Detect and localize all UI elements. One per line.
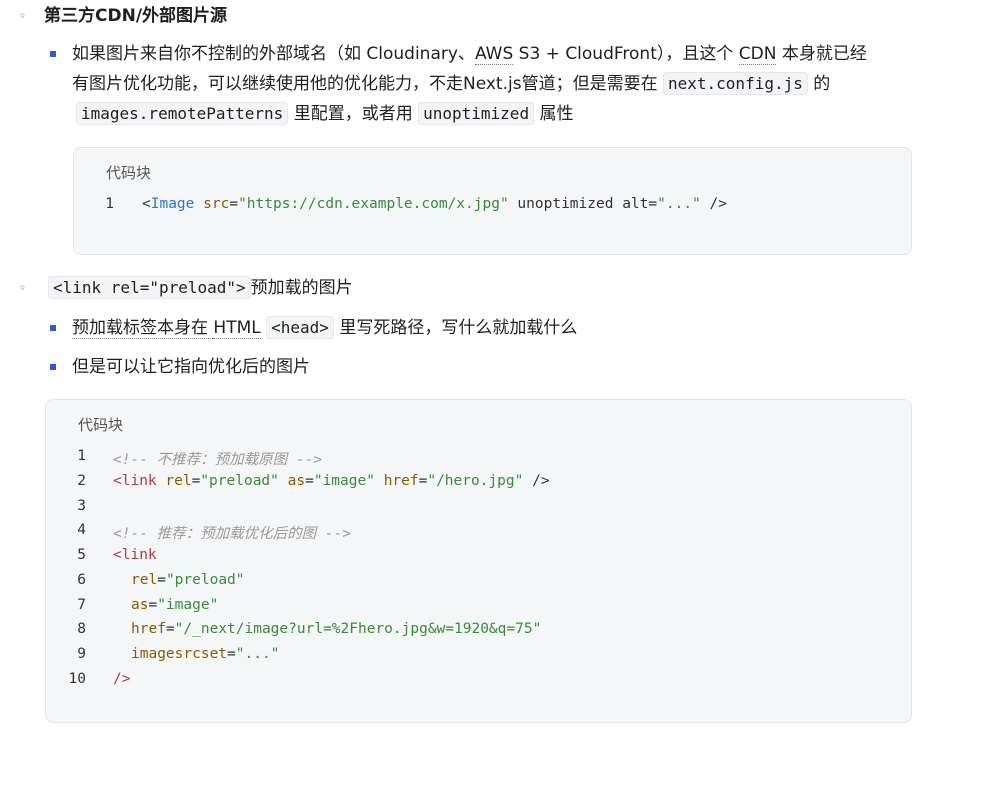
line-number: 3 <box>77 498 86 514</box>
line-number: 4 <box>77 522 86 538</box>
line-number: 5 <box>77 547 86 563</box>
code-line: <!-- 不推荐：预加载原图 --> <box>113 452 323 468</box>
paragraph-line-1: 如果图片来自你不控制的外部域名（如 Cloudinary、AWS S3 + Cl… <box>72 44 867 65</box>
glossary-term[interactable]: CDN <box>738 44 777 65</box>
code-line: <link <box>113 547 157 563</box>
line-number: 7 <box>77 597 86 613</box>
code-line: href="/_next/image?url=%2Fhero.jpg&w=192… <box>131 621 542 637</box>
section-heading-cdn: 第三方CDN/外部图片源 <box>44 6 228 26</box>
paragraph-line-3: images.remotePatterns 里配置，或者用 unoptimize… <box>76 99 573 129</box>
code-area: 1 <Image src="https://cdn.example.com/x.… <box>74 196 727 260</box>
code-block-2[interactable]: 代码块 1 2 3 4 5 6 7 8 9 10 <!-- 不推荐：预加载原图 … <box>45 399 912 723</box>
inline-code: <link rel="preload"> <box>48 276 251 299</box>
line-number: 10 <box>68 671 86 687</box>
square-bullet-icon <box>50 51 56 57</box>
inline-code: unoptimized <box>418 102 535 125</box>
circle-bullet-icon: ◦ <box>19 281 27 295</box>
code-block-1[interactable]: 代码块 1 <Image src="https://cdn.example.co… <box>73 147 912 255</box>
glossary-term[interactable]: AWS <box>474 44 514 65</box>
code-line: imagesrcset="..." <box>131 646 280 662</box>
code-line: <link rel="preload" as="image" href="/he… <box>113 473 550 489</box>
code-line: /> <box>113 671 131 687</box>
circle-bullet-icon: ◦ <box>19 9 27 23</box>
section-heading-preload: <link rel="preload"> 预加载的图片 <box>48 273 353 303</box>
code-area: 1 2 3 4 5 6 7 8 9 10 <!-- 不推荐：预加载原图 --> … <box>46 448 906 800</box>
line-number: 8 <box>77 621 86 637</box>
line-number: 6 <box>77 572 86 588</box>
inline-code: next.config.js <box>663 72 808 95</box>
inline-code: <head> <box>266 316 334 339</box>
inline-code: images.remotePatterns <box>76 102 289 125</box>
paragraph-line-2: 有图片优化功能，可以继续使用他的优化能力，不走Next.js管道；但是需要在 n… <box>72 72 831 95</box>
code-block-title: 代码块 <box>106 164 152 182</box>
line-number: 1 <box>77 448 86 464</box>
line-number: 1 <box>105 196 114 212</box>
line-number: 2 <box>77 473 86 489</box>
glossary-term[interactable]: HTML <box>213 318 261 339</box>
line-number: 9 <box>77 646 86 662</box>
list-item-2: 但是可以让它指向优化后的图片 <box>72 357 310 377</box>
list-item-1: 预加载标签本身在 HTML <head> 里写死路径，写什么就加载什么 <box>72 316 578 339</box>
code-block-title: 代码块 <box>78 416 124 434</box>
square-bullet-icon <box>50 364 56 370</box>
square-bullet-icon <box>50 325 56 331</box>
code-line: <!-- 推荐：预加载优化后的图 --> <box>113 526 352 542</box>
code-line: as="image" <box>131 597 219 613</box>
code-line: rel="preload" <box>131 572 245 588</box>
code-line: <Image src="https://cdn.example.com/x.jp… <box>142 196 727 212</box>
